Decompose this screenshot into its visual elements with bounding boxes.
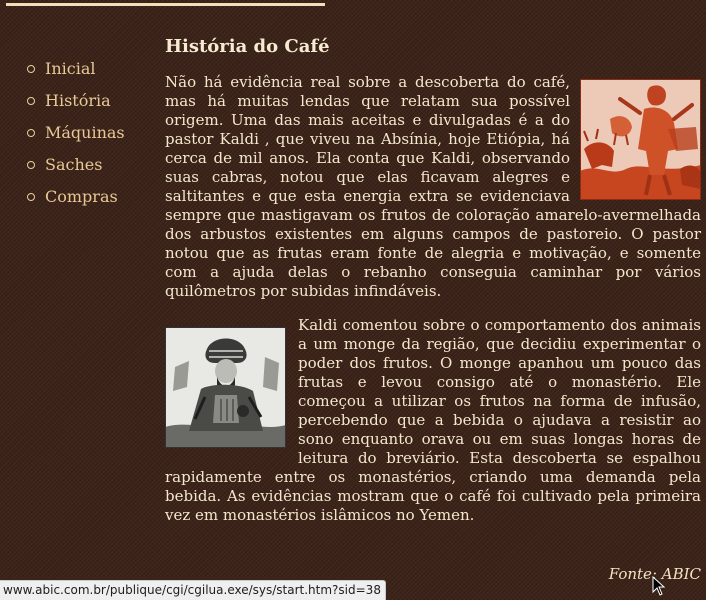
top-divider <box>6 3 325 6</box>
nav-item-compras: Compras <box>27 180 125 212</box>
circle-bullet-icon <box>27 160 35 169</box>
mouse-pointer-icon <box>652 576 666 596</box>
nav-link-saches[interactable]: Saches <box>45 155 102 174</box>
circle-bullet-icon <box>27 128 35 137</box>
circle-bullet-icon <box>27 96 35 105</box>
nav-item-inicial: Inicial <box>27 52 125 84</box>
nav-item-historia: História <box>27 84 125 116</box>
nav-link-inicial[interactable]: Inicial <box>45 59 95 78</box>
kaldi-goats-illustration <box>580 79 701 200</box>
nav-item-saches: Saches <box>27 148 125 180</box>
page-title: História do Café <box>165 36 330 57</box>
nav-item-maquinas: Máquinas <box>27 116 125 148</box>
sidebar-nav: Inicial História Máquinas Saches Compras <box>27 52 125 212</box>
status-url: www.abic.com.br/publique/cgi/cgilua.exe/… <box>3 583 381 597</box>
circle-bullet-icon <box>27 64 35 73</box>
browser-status-bar: www.abic.com.br/publique/cgi/cgilua.exe/… <box>0 580 386 600</box>
article: História do Café Não há evidência real s… <box>165 34 701 540</box>
nav-link-compras[interactable]: Compras <box>45 187 118 206</box>
circle-bullet-icon <box>27 192 35 201</box>
nav-link-historia[interactable]: História <box>45 91 111 110</box>
monk-illustration <box>165 327 286 448</box>
nav-link-maquinas[interactable]: Máquinas <box>45 123 125 142</box>
